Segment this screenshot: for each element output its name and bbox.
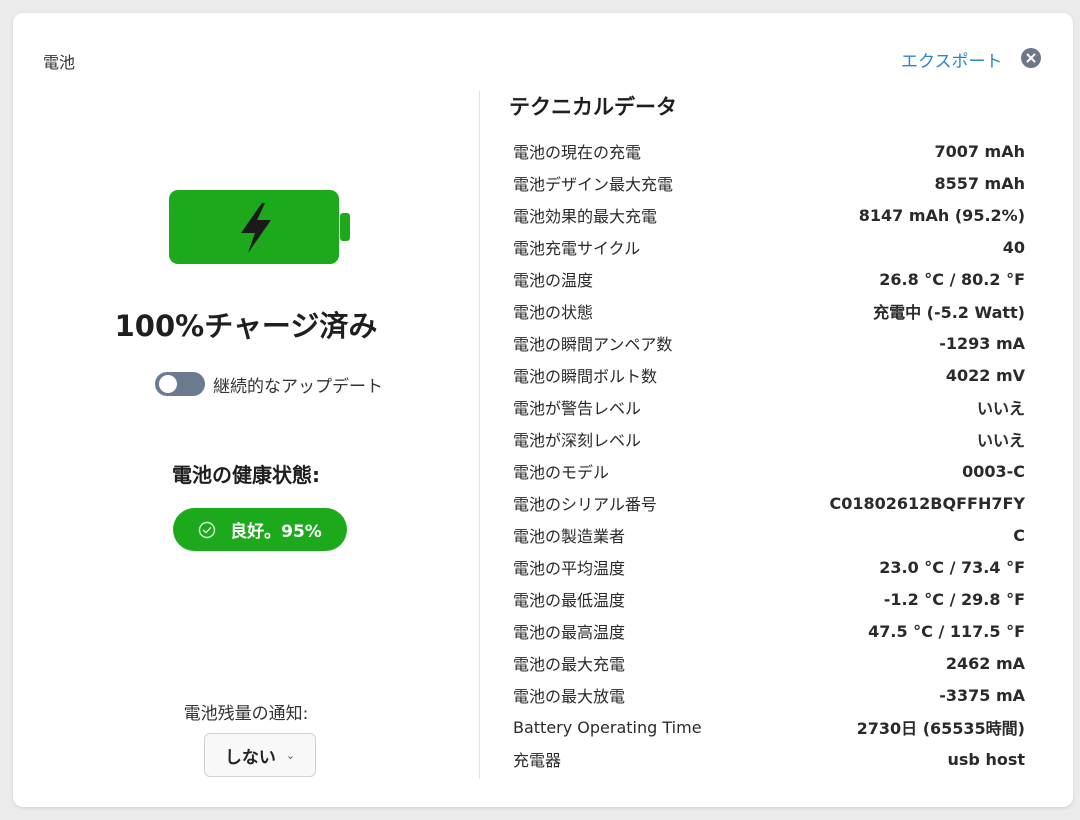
tech-row: 電池充電サイクル 40 [513,231,1025,263]
health-status-badge: 良好。95% [173,508,347,551]
tech-row: 電池効果的最大充電 8147 mAh (95.2%) [513,199,1025,231]
close-icon [1026,53,1036,63]
tech-row-label: 電池が警告レベル [513,399,642,418]
tech-row: 電池のモデル 0003-C [513,455,1025,487]
tech-row-label: Battery Operating Time [513,717,702,737]
tech-row-label: 電池のシリアル番号 [513,495,657,514]
column-divider [479,91,480,779]
tech-row-value: 40 [1002,237,1025,257]
battery-panel: 電池 エクスポート 100%チャージ済み 継続的なアップデート 電池の健康状態: [13,13,1073,807]
tech-row: 電池デザイン最大充電 8557 mAh [513,167,1025,199]
tech-row-label: 電池の瞬間アンペア数 [513,335,673,354]
tech-row-value: 23.0 °C / 73.4 °F [879,557,1025,577]
tech-row-value: 4022 mV [945,365,1025,385]
tech-row: 電池の最低温度 -1.2 °C / 29.8 °F [513,583,1025,615]
technical-data-table: 電池の現在の充電 7007 mAh 電池デザイン最大充電 8557 mAh 電池効果的最… [513,135,1025,775]
tech-row-label: 電池充電サイクル [513,239,641,258]
tech-row-label: 電池の最大放電 [513,687,626,706]
tech-row-value: 8557 mAh [934,173,1025,193]
health-title: 電池の健康状態: [172,463,320,487]
tech-row: 電池の瞬間アンペア数 -1293 mA [513,327,1025,359]
tech-row-label: 電池の最大充電 [513,655,626,674]
tech-row: 電池の最高温度 47.5 °C / 117.5 °F [513,615,1025,647]
battery-charging-icon [168,189,352,269]
tech-row: 電池が深刻レベル いいえ [513,423,1025,455]
tech-row-value: 2730日 (65535時間) [856,719,1025,738]
tech-row-label: 電池の最高温度 [513,623,626,642]
continuous-update-label: 継続的なアップデート [213,376,383,397]
tech-row-label: 電池の瞬間ボルト数 [513,367,658,386]
close-button[interactable] [1021,48,1041,68]
notification-selected-value: しない [224,747,276,768]
charge-status-text: 100%チャージ済み [114,309,378,343]
tech-row-label: 電池の現在の充電 [513,143,642,162]
tech-row-value: 0003-C [962,461,1025,481]
toggle-switch[interactable] [155,372,205,396]
tech-row-value: 8147 mAh (95.2%) [858,205,1025,225]
notification-dropdown[interactable]: しない ⌄ [204,733,316,777]
tech-row-value: 47.5 °C / 117.5 °F [868,621,1025,641]
tech-row: 電池の平均温度 23.0 °C / 73.4 °F [513,551,1025,583]
tech-row-value: C01802612BQFFH7FY [829,493,1026,513]
tech-row-label: 電池の製造業者 [513,527,626,546]
tech-row-label: 電池デザイン最大充電 [513,175,674,194]
tech-row-value: 2462 mA [945,653,1025,673]
tech-row-value: いいえ [976,431,1025,450]
tech-row: 電池の最大放電 -3375 mA [513,679,1025,711]
tech-row-value: 7007 mAh [934,141,1025,161]
tech-row: 電池の状態 充電中 (-5.2 Watt) [513,295,1025,327]
tech-row-label: 電池効果的最大充電 [513,207,658,226]
tech-row-label: 充電器 [513,751,562,770]
tech-row: 電池が警告レベル いいえ [513,391,1025,423]
tech-row-label: 電池の最低温度 [513,591,626,610]
notification-label: 電池残量の通知: [183,704,309,724]
tech-row-value: usb host [947,749,1026,769]
tech-row: 電池のシリアル番号 C01802612BQFFH7FY [513,487,1025,519]
tech-row-value: 充電中 (-5.2 Watt) [873,303,1025,322]
tech-row-label: 電池の状態 [513,303,594,322]
tech-row-label: 電池の平均温度 [513,559,626,578]
technical-data-title: テクニカルデータ [509,95,677,119]
tech-row: 充電器 usb host [513,743,1025,775]
check-circle-icon [198,521,216,539]
tech-row-value: C [1013,525,1025,545]
tech-row: 電池の温度 26.8 °C / 80.2 °F [513,263,1025,295]
tech-row-label: 電池の温度 [513,271,594,290]
tech-row-value: -1293 mA [939,333,1025,353]
tech-row: 電池の製造業者 C [513,519,1025,551]
continuous-update-toggle[interactable]: 継続的なアップデート [155,371,383,397]
tech-row-value: 26.8 °C / 80.2 °F [879,269,1025,289]
tech-row-label: 電池が深刻レベル [513,431,642,450]
export-link[interactable]: エクスポート [901,47,1003,72]
tech-row-value: いいえ [976,399,1025,418]
panel-title: 電池 [43,53,76,72]
tech-row-value: -1.2 °C / 29.8 °F [883,589,1025,609]
toggle-knob [159,375,177,393]
tech-row: 電池の現在の充電 7007 mAh [513,135,1025,167]
chevron-down-icon: ⌄ [285,748,296,762]
tech-row-value: -3375 mA [939,685,1025,705]
tech-row: 電池の瞬間ボルト数 4022 mV [513,359,1025,391]
health-badge-text: 良好。95% [230,522,322,542]
tech-row-label: 電池のモデル [513,463,610,482]
tech-row: Battery Operating Time 2730日 (65535時間) [513,711,1025,743]
tech-row: 電池の最大充電 2462 mA [513,647,1025,679]
